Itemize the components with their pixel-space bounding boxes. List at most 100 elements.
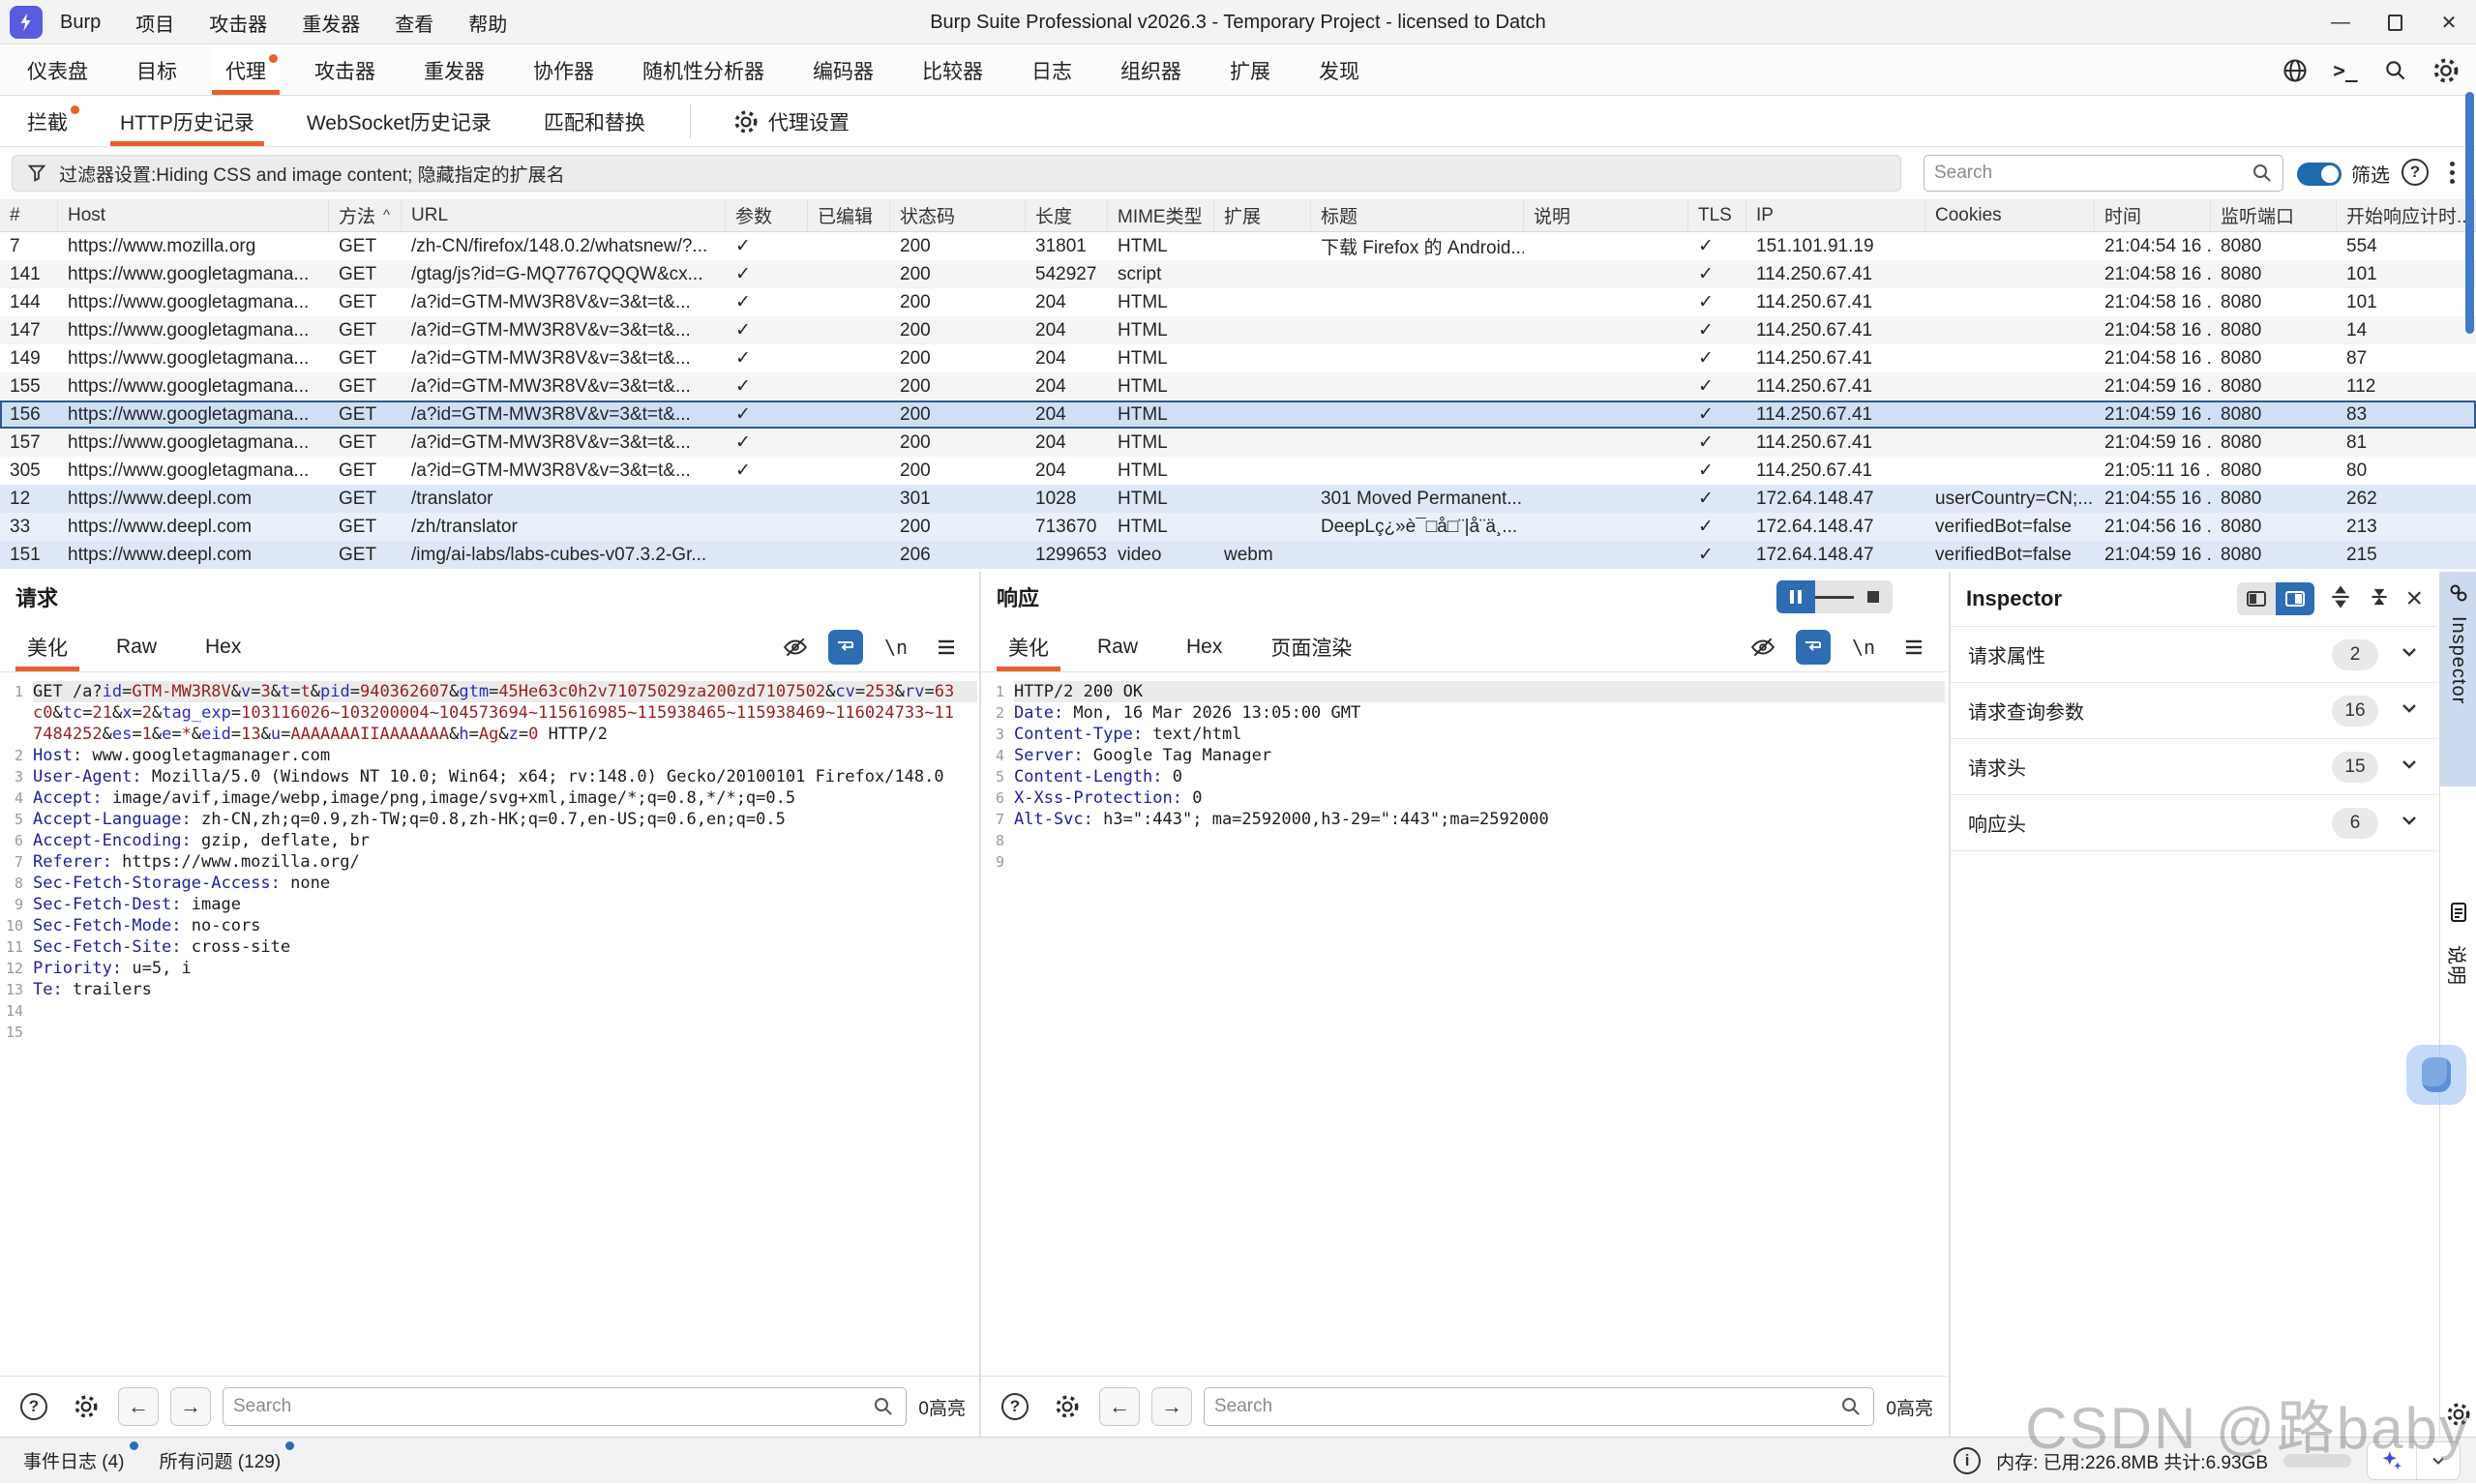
- inspector-section-1[interactable]: 请求查询参数16: [1951, 683, 2438, 739]
- table-row[interactable]: 149https://www.googletagmana...GET/a?id=…: [0, 344, 2476, 372]
- hide-nonprintable-icon[interactable]: [778, 630, 813, 665]
- inspector-strip-tab[interactable]: Inspector: [2440, 572, 2476, 787]
- column-header-13[interactable]: IP: [1746, 199, 1925, 231]
- table-row[interactable]: 7https://www.mozilla.orgGET/zh-CN/firefo…: [0, 232, 2476, 260]
- next-match-button[interactable]: →: [1151, 1387, 1192, 1426]
- table-row[interactable]: 305https://www.googletagmana...GET/a?id=…: [0, 457, 2476, 485]
- editor-menu-icon[interactable]: [929, 630, 964, 665]
- filter-settings-bar[interactable]: 过滤器设置:Hiding CSS and image content; 隐藏指定…: [12, 155, 1901, 192]
- prev-match-button[interactable]: ←: [118, 1387, 159, 1426]
- all-issues-button[interactable]: 所有问题 (129): [160, 1447, 293, 1473]
- main-tab-12[interactable]: 发现: [1305, 45, 1373, 95]
- filter-toggle[interactable]: [2297, 163, 2342, 186]
- menu-item-1[interactable]: 项目: [135, 9, 174, 37]
- main-tab-11[interactable]: 扩展: [1216, 45, 1284, 95]
- table-row[interactable]: 157https://www.googletagmana...GET/a?id=…: [0, 429, 2476, 457]
- strip-settings-button[interactable]: [2440, 1402, 2476, 1427]
- column-header-12[interactable]: TLS: [1688, 199, 1746, 231]
- ai-sparkles-button[interactable]: [2368, 1442, 2416, 1479]
- main-tab-3[interactable]: 攻击器: [301, 45, 389, 95]
- menu-item-0[interactable]: Burp: [60, 12, 101, 34]
- column-header-8[interactable]: MIME类型: [1108, 199, 1214, 231]
- ai-dropdown-button[interactable]: [2416, 1442, 2460, 1479]
- chevron-down-icon[interactable]: [2398, 809, 2421, 837]
- word-wrap-icon[interactable]: [828, 630, 863, 665]
- inspector-dock-right-button[interactable]: [2276, 582, 2314, 615]
- response-tab-3[interactable]: 页面渲染: [1257, 622, 1365, 671]
- inspector-section-2[interactable]: 请求头15: [1951, 739, 2438, 795]
- column-header-9[interactable]: 扩展: [1214, 199, 1311, 231]
- stacked-layout-button[interactable]: [1815, 580, 1854, 613]
- inspector-section-0[interactable]: 请求属性2: [1951, 627, 2438, 683]
- prev-match-button[interactable]: ←: [1099, 1387, 1140, 1426]
- column-header-5[interactable]: 已编辑: [808, 199, 890, 231]
- search-icon[interactable]: [2381, 56, 2410, 85]
- inspector-section-3[interactable]: 响应头6: [1951, 795, 2438, 851]
- word-wrap-icon[interactable]: [1796, 630, 1831, 665]
- table-row[interactable]: 141https://www.googletagmana...GET/gtag/…: [0, 260, 2476, 288]
- close-button[interactable]: ✕: [2422, 0, 2476, 45]
- table-row[interactable]: 144https://www.googletagmana...GET/a?id=…: [0, 288, 2476, 316]
- main-tab-7[interactable]: 编码器: [799, 45, 887, 95]
- notes-strip-tab[interactable]: 说明: [2440, 901, 2476, 986]
- chevron-down-icon[interactable]: [2398, 753, 2421, 781]
- menu-item-3[interactable]: 重发器: [302, 9, 360, 37]
- browser-globe-icon[interactable]: [2281, 56, 2310, 85]
- table-row[interactable]: 155https://www.googletagmana...GET/a?id=…: [0, 372, 2476, 401]
- more-options-icon[interactable]: [2442, 156, 2461, 189]
- response-tab-2[interactable]: Hex: [1173, 622, 1236, 671]
- menu-item-2[interactable]: 攻击器: [209, 9, 267, 37]
- chevron-down-icon[interactable]: [2398, 697, 2421, 725]
- menu-item-4[interactable]: 查看: [395, 9, 433, 37]
- table-row[interactable]: 12https://www.deepl.comGET/translator301…: [0, 485, 2476, 513]
- request-editor[interactable]: 1GET /a?id=GTM-MW3R8V&v=3&t=t&pid=940362…: [0, 673, 977, 1375]
- sub-tab-0[interactable]: 拦截: [14, 97, 81, 146]
- main-tab-9[interactable]: 日志: [1018, 45, 1086, 95]
- column-header-4[interactable]: 参数: [726, 199, 808, 231]
- request-tab-0[interactable]: 美化: [14, 622, 81, 671]
- sub-tab-2[interactable]: WebSocket历史记录: [293, 97, 505, 146]
- response-tab-1[interactable]: Raw: [1084, 622, 1151, 671]
- column-header-15[interactable]: 时间: [2095, 199, 2211, 231]
- history-search-input[interactable]: [1924, 163, 2248, 184]
- help-icon[interactable]: ?: [2401, 159, 2429, 186]
- inspector-close-icon[interactable]: ×: [2405, 584, 2423, 613]
- newline-marker-icon[interactable]: \n: [1846, 630, 1881, 665]
- table-scrollbar[interactable]: [2465, 92, 2474, 334]
- editor-menu-icon[interactable]: [1896, 630, 1931, 665]
- table-row[interactable]: 33https://www.deepl.comGET/zh/translator…: [0, 513, 2476, 541]
- main-tab-8[interactable]: 比较器: [909, 45, 997, 95]
- footer-gear-icon[interactable]: [66, 1387, 106, 1426]
- intercept-pause-button[interactable]: [1776, 580, 1815, 613]
- response-editor[interactable]: 1HTTP/2 200 OK2Date: Mon, 16 Mar 2026 13…: [981, 673, 1945, 1375]
- settings-gear-icon[interactable]: [2431, 56, 2461, 85]
- main-tab-10[interactable]: 组织器: [1107, 45, 1195, 95]
- table-row[interactable]: 156https://www.googletagmana...GET/a?id=…: [0, 401, 2476, 429]
- request-tab-1[interactable]: Raw: [103, 622, 170, 671]
- main-tab-5[interactable]: 协作器: [520, 45, 608, 95]
- column-header-3[interactable]: URL: [402, 199, 726, 231]
- column-header-10[interactable]: 标题: [1311, 199, 1524, 231]
- collapse-all-icon[interactable]: [2367, 584, 2392, 614]
- column-header-6[interactable]: 状态码: [890, 199, 1026, 231]
- menu-item-5[interactable]: 帮助: [468, 9, 507, 37]
- single-layout-button[interactable]: [1854, 580, 1893, 613]
- request-tab-2[interactable]: Hex: [192, 622, 254, 671]
- footer-help-icon[interactable]: ?: [995, 1387, 1035, 1426]
- column-header-14[interactable]: Cookies: [1925, 199, 2095, 231]
- column-header-7[interactable]: 长度: [1026, 199, 1108, 231]
- footer-help-icon[interactable]: ?: [14, 1387, 54, 1426]
- minimize-button[interactable]: —: [2313, 0, 2368, 45]
- sub-tab-3[interactable]: 匹配和替换: [530, 97, 659, 146]
- next-match-button[interactable]: →: [170, 1387, 211, 1426]
- main-tab-0[interactable]: 仪表盘: [14, 45, 102, 95]
- column-header-2[interactable]: 方法^: [329, 199, 402, 231]
- column-header-1[interactable]: Host: [58, 199, 329, 231]
- maximize-button[interactable]: [2368, 0, 2422, 45]
- event-log-button[interactable]: 事件日志 (4): [23, 1447, 136, 1473]
- inspector-dock-left-button[interactable]: [2237, 582, 2276, 615]
- main-tab-2[interactable]: 代理: [212, 45, 280, 95]
- column-header-17[interactable]: 开始响应计时...: [2337, 199, 2476, 231]
- response-tab-0[interactable]: 美化: [995, 622, 1062, 671]
- footer-gear-icon[interactable]: [1047, 1387, 1088, 1426]
